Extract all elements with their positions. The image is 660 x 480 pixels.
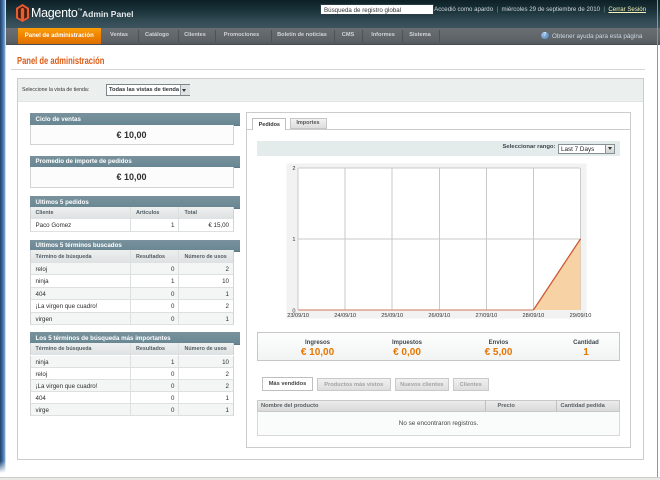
svg-text:28/09/10: 28/09/10 — [523, 313, 545, 319]
svg-text:25/09/10: 25/09/10 — [381, 313, 403, 319]
svg-text:1: 1 — [292, 237, 295, 243]
svg-text:24/09/10: 24/09/10 — [334, 313, 356, 319]
svg-text:26/09/10: 26/09/10 — [428, 313, 450, 319]
svg-text:29/09/10: 29/09/10 — [570, 313, 592, 319]
svg-text:2: 2 — [292, 166, 295, 172]
svg-text:23/09/10: 23/09/10 — [287, 313, 309, 319]
svg-text:27/09/10: 27/09/10 — [476, 313, 498, 319]
